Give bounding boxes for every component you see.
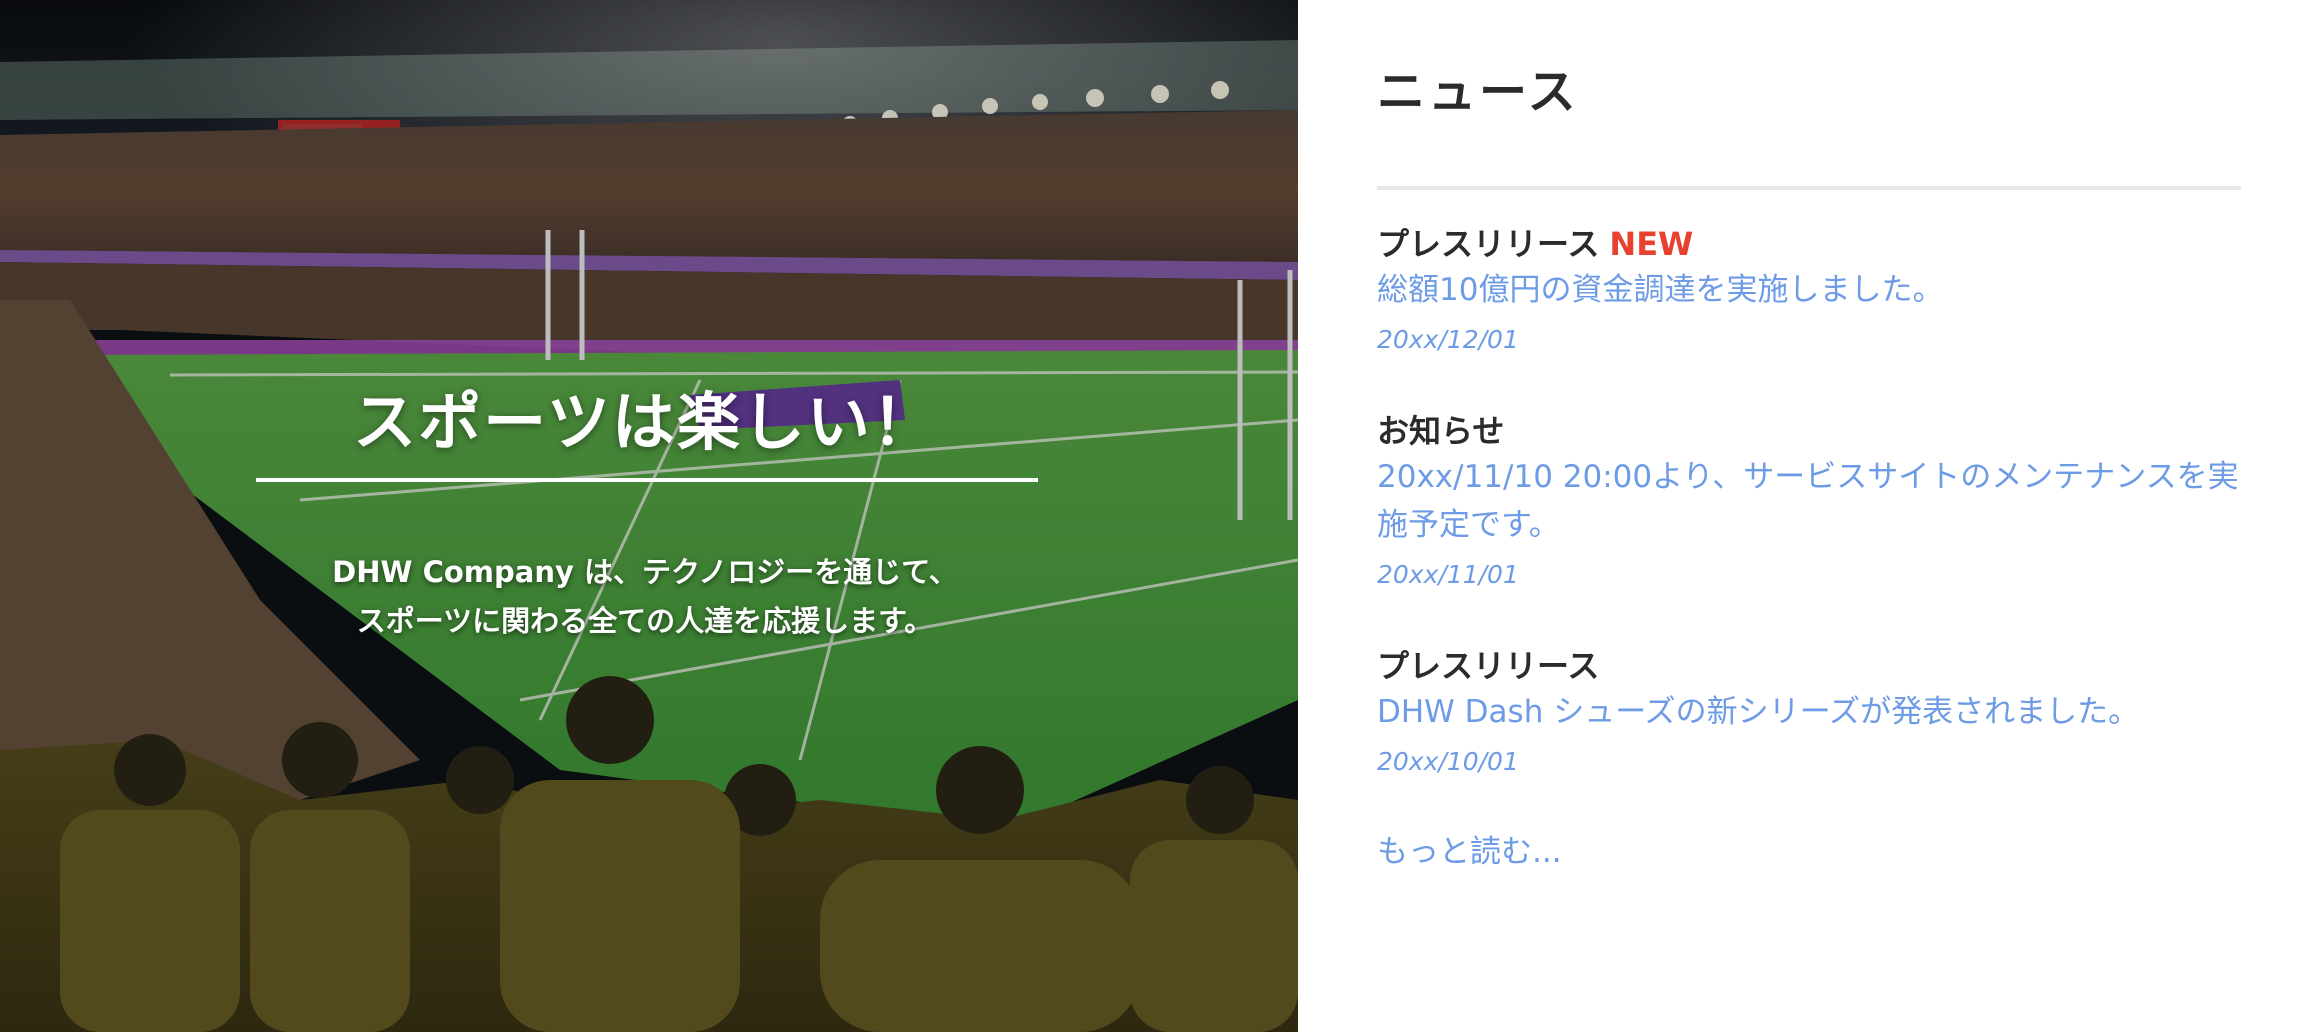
news-item: プレスリリース DHW Dash シューズの新シリーズが発表されました。 20x… xyxy=(1377,644,2257,782)
hero-lead: DHW Company は、テクノロジーを通じて、 スポーツに関わる全ての人達を… xyxy=(0,548,1290,646)
hero-lead-line-1: DHW Company は、テクノロジーを通じて、 xyxy=(332,555,958,589)
news-category: プレスリリース NEW xyxy=(1377,222,2257,266)
new-badge: NEW xyxy=(1609,225,1694,263)
hero-title: スポーツは楽しい！ xyxy=(353,386,937,459)
news-title-link[interactable]: 20xx/11/10 20:00より、サービスサイトのメンテナンスを実施予定です… xyxy=(1377,453,2257,549)
news-date: 20xx/12/01 xyxy=(1377,325,1519,354)
news-date: 20xx/10/01 xyxy=(1377,747,1519,776)
news-item: プレスリリース NEW 総額10億円の資金調達を実施しました。 20xx/12/0… xyxy=(1377,222,2257,360)
news-date: 20xx/11/01 xyxy=(1377,560,1519,589)
news-category: お知らせ xyxy=(1377,409,2257,453)
news-section: ニュース プレスリリース NEW 総額10億円の資金調達を実施しました。 20xx… xyxy=(1298,0,2313,1032)
news-divider xyxy=(1377,186,2241,190)
page: スポーツは楽しい！ DHW Company は、テクノロジーを通じて、 スポーツ… xyxy=(0,0,2313,1032)
read-more-link[interactable]: もっと読む... xyxy=(1377,826,1562,871)
hero-divider xyxy=(256,478,1038,482)
news-category-label: お知らせ xyxy=(1377,412,1505,450)
news-category-label: プレスリリース xyxy=(1377,225,1600,263)
news-heading: ニュース xyxy=(1377,64,1579,120)
hero-section: スポーツは楽しい！ DHW Company は、テクノロジーを通じて、 スポーツ… xyxy=(0,0,1298,1032)
news-category-label: プレスリリース xyxy=(1377,647,1600,685)
news-item: お知らせ 20xx/11/10 20:00より、サービスサイトのメンテナンスを実… xyxy=(1377,409,2257,595)
news-title-link[interactable]: DHW Dash シューズの新シリーズが発表されました。 xyxy=(1377,688,2257,736)
news-category: プレスリリース xyxy=(1377,644,2257,688)
news-title-link[interactable]: 総額10億円の資金調達を実施しました。 xyxy=(1377,266,2257,314)
hero-overlay xyxy=(0,0,1298,1032)
hero-lead-line-2: スポーツに関わる全ての人達を応援します。 xyxy=(356,604,934,638)
